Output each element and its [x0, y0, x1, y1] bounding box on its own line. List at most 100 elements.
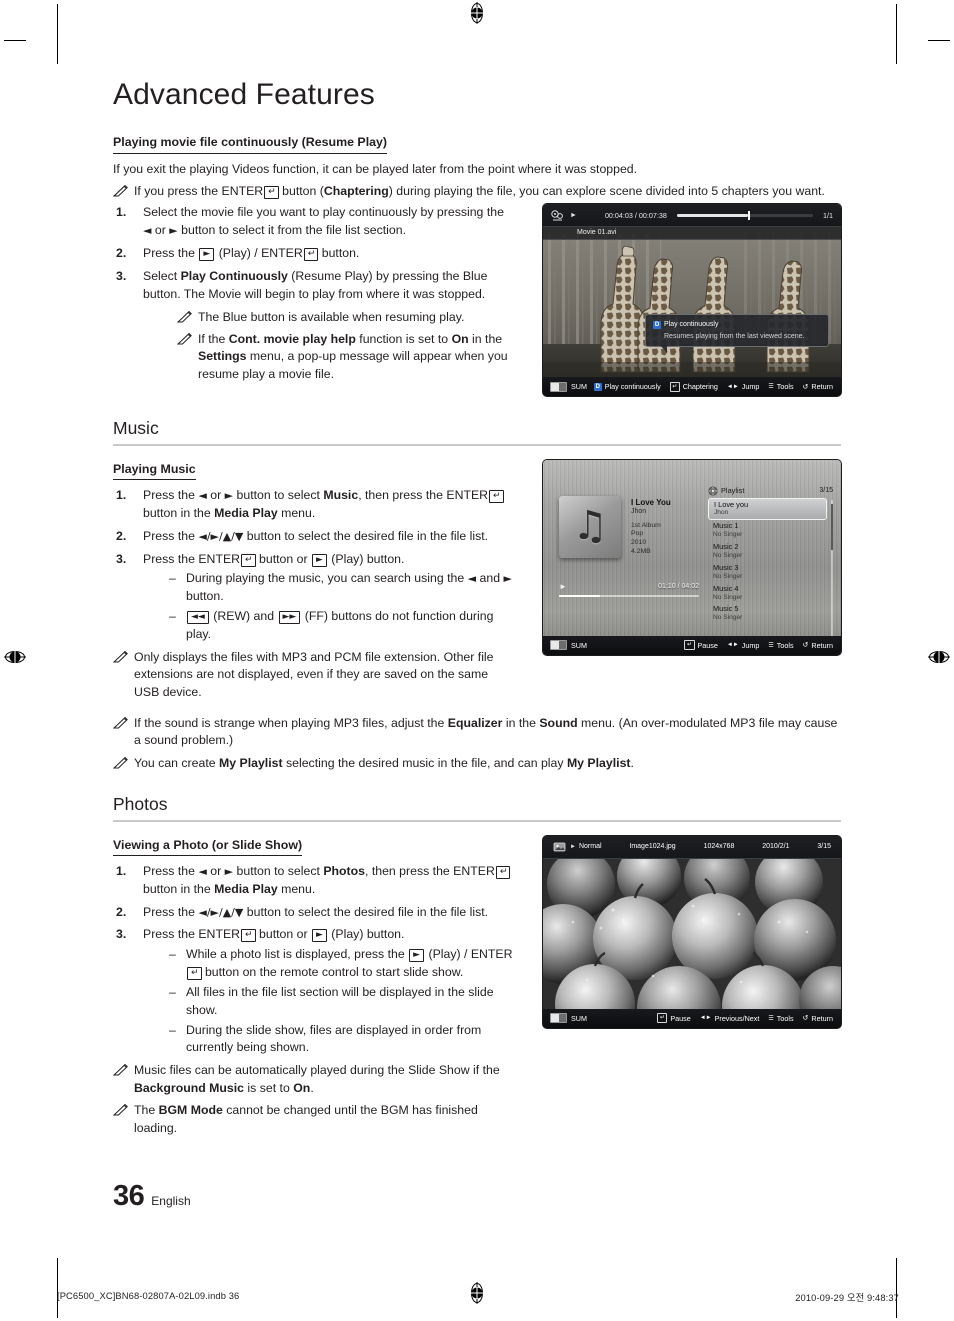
note-eq-b1: Equalizer: [447, 716, 503, 731]
dash-text-a: During playing the music, you can search…: [186, 571, 468, 586]
hint-label: Chaptering: [682, 382, 718, 392]
music-progress-row: ► 01:10 / 04:02: [559, 582, 699, 591]
playlist-item-selected[interactable]: I Love you Jhon: [708, 497, 827, 521]
hint-label: Tools: [776, 382, 794, 392]
playlist-item[interactable]: Music 4 No Singer: [708, 583, 827, 604]
movie-bottom-bar: SUM D Play continuously ↵ Chaptering ◄► Jum…: [543, 377, 841, 397]
right-arrow-icon: ►: [224, 489, 234, 503]
pencil-icon: [112, 716, 129, 729]
playlist-item[interactable]: Music 5 No Singer: [708, 603, 827, 624]
step-text-bold: Play Continuously: [180, 268, 288, 283]
hint-pause[interactable]: ↵ Pause: [657, 1013, 691, 1023]
blue-button-icon: D: [653, 321, 661, 330]
playlist-item[interactable]: Music 2 No Singer: [708, 541, 827, 562]
album-art: ♫: [559, 495, 621, 558]
step-text-b: button or: [255, 551, 311, 566]
page-content: Advanced Features Playing movie file con…: [112, 78, 841, 1141]
usb-label: SUM: [571, 1013, 587, 1023]
music-progress-bar[interactable]: [559, 594, 699, 598]
movie-filename: Movie 01.avi: [577, 229, 617, 237]
dash-text: During the slide show, files are display…: [186, 1022, 482, 1055]
hint-return[interactable]: ↺ Return: [803, 1014, 833, 1023]
movie-file-count: 1/1: [823, 210, 833, 220]
right-arrow-icon: ►: [169, 224, 178, 238]
movie-button-hints: D Play continuously ↵ Chaptering ◄► Jump ☰ T…: [593, 381, 833, 392]
dash-text-c: button.: [186, 589, 224, 604]
note-blue-button: The Blue button is available when resumi…: [176, 309, 513, 326]
playlist-scrollbar-thumb[interactable]: [831, 503, 833, 550]
step-number: 3.: [116, 927, 127, 942]
note-equalizer: If the sound is strange when playing MP3…: [112, 715, 841, 750]
hint-tools[interactable]: ☰ Tools: [768, 382, 793, 391]
photo-resolution: 1024x768: [703, 843, 735, 850]
music-progress-area: ► 01:10 / 04:02: [559, 582, 699, 598]
hint-pause[interactable]: ↵ Pause: [684, 640, 718, 651]
hint-chaptering[interactable]: ↵ Chaptering: [669, 381, 718, 392]
hint-jump[interactable]: ◄► Jump: [727, 641, 759, 650]
play-key-icon: ►: [311, 553, 327, 567]
left-right-arrow-icon: ◄►: [726, 642, 739, 649]
tooltip-body: Resumes playing from the last viewed sce…: [664, 332, 805, 340]
hint-previous-next[interactable]: ◄► Previous/Next: [700, 1014, 760, 1023]
enter-key-icon: ↵: [241, 929, 256, 943]
note-bgm-c: is set to: [244, 1080, 294, 1095]
photo-dash-start-slideshow: – While a photo list is displayed, press…: [169, 946, 513, 982]
photos-steps-list: 1. Press the ◄ or ► button to select Pho…: [113, 863, 513, 1057]
movie-progress-fill: [676, 213, 748, 217]
movie-top-bar: ► 00:04:03 / 00:07:38 1/1: [543, 204, 841, 228]
movie-progress-knob[interactable]: [747, 210, 750, 220]
movie-time: 00:04:03 / 00:07:38: [604, 210, 667, 220]
dash-text-c: button on the remote control to start sl…: [201, 965, 464, 980]
hint-tools[interactable]: ☰ Tools: [768, 641, 793, 650]
note-mp-a: You can create: [134, 755, 220, 770]
rewind-key-icon: ◄◄: [187, 611, 209, 624]
step-text-a: Press the: [143, 246, 199, 261]
hint-return[interactable]: ↺ Return: [803, 641, 833, 650]
playlist-item-artist: No Singer: [713, 551, 743, 559]
step-number: 3.: [116, 551, 127, 566]
music-note-icon: ♫: [572, 502, 608, 549]
note-cmph-b2: On: [451, 332, 469, 346]
registration-mark-bottom: [466, 1282, 488, 1306]
playlist-item-title: Music 5: [713, 604, 739, 614]
hint-return[interactable]: ↺ Return: [803, 382, 833, 391]
music-bottom-bar: SUM ↵ Pause ◄► Jump ☰ Tools ↺ Return: [543, 635, 841, 655]
return-icon: ↺: [802, 1015, 809, 1022]
play-key-icon: ►: [409, 949, 425, 963]
music-player-screenshot: ♫ I Love You Jhon 1st Album Pop 2010 4.2…: [543, 459, 841, 655]
music-progress-fill: [559, 594, 600, 598]
step-text-b: (Play) / ENTER: [215, 246, 303, 261]
playlist-item[interactable]: Music 1 No Singer: [708, 520, 827, 541]
print-slug: [PC6500_XC]BN68-02807A-02L09.indb 36 201…: [0, 1282, 954, 1310]
hint-jump[interactable]: ◄► Jump: [727, 382, 759, 391]
playlist-scrollbar[interactable]: [831, 499, 833, 636]
playlist-label: Playlist: [721, 486, 745, 496]
step-text-b: button or: [255, 927, 311, 942]
step-text-a: Press the: [143, 904, 199, 919]
playlist-item-title: Music 3: [713, 562, 739, 572]
movie-progress-bar[interactable]: [676, 210, 813, 220]
playlist[interactable]: I Love you Jhon Music 1 No Singer Music …: [708, 497, 827, 625]
dash-marker: –: [169, 947, 176, 962]
tools-icon: ☰: [768, 384, 774, 391]
enter-key-icon: ↵: [489, 490, 504, 504]
usb-device-indicator: SUM: [550, 1013, 587, 1023]
crop-line-right-top: [896, 4, 897, 64]
step-number: 2.: [116, 904, 127, 919]
note-chaptering-a: If you press the ENTER: [134, 183, 264, 198]
slug-filename: [PC6500_XC]BN68-02807A-02L09.indb 36: [57, 1290, 240, 1301]
note-bgm-a: Music files can be automatically played …: [134, 1063, 500, 1078]
fast-forward-key-icon: ►►: [278, 611, 301, 624]
hint-tools[interactable]: ☰ Tools: [768, 1014, 793, 1023]
step-text-d: , then press the ENTER: [365, 864, 495, 878]
return-icon: ↺: [802, 383, 809, 391]
movie-top-inner: ► 00:04:03 / 00:07:38 1/1: [543, 210, 841, 221]
registration-mark-right: [928, 646, 950, 668]
photo-count: 3/15: [817, 843, 831, 850]
music-steps-column: Playing Music 1. Press the ◄ or ► button…: [112, 460, 513, 705]
hint-play-continuously[interactable]: D Play continuously: [593, 382, 661, 391]
pencil-icon: [112, 1063, 129, 1076]
photo-icon: [553, 841, 566, 852]
crop-tick-left: [4, 40, 26, 41]
playlist-item[interactable]: Music 3 No Singer: [708, 562, 827, 583]
